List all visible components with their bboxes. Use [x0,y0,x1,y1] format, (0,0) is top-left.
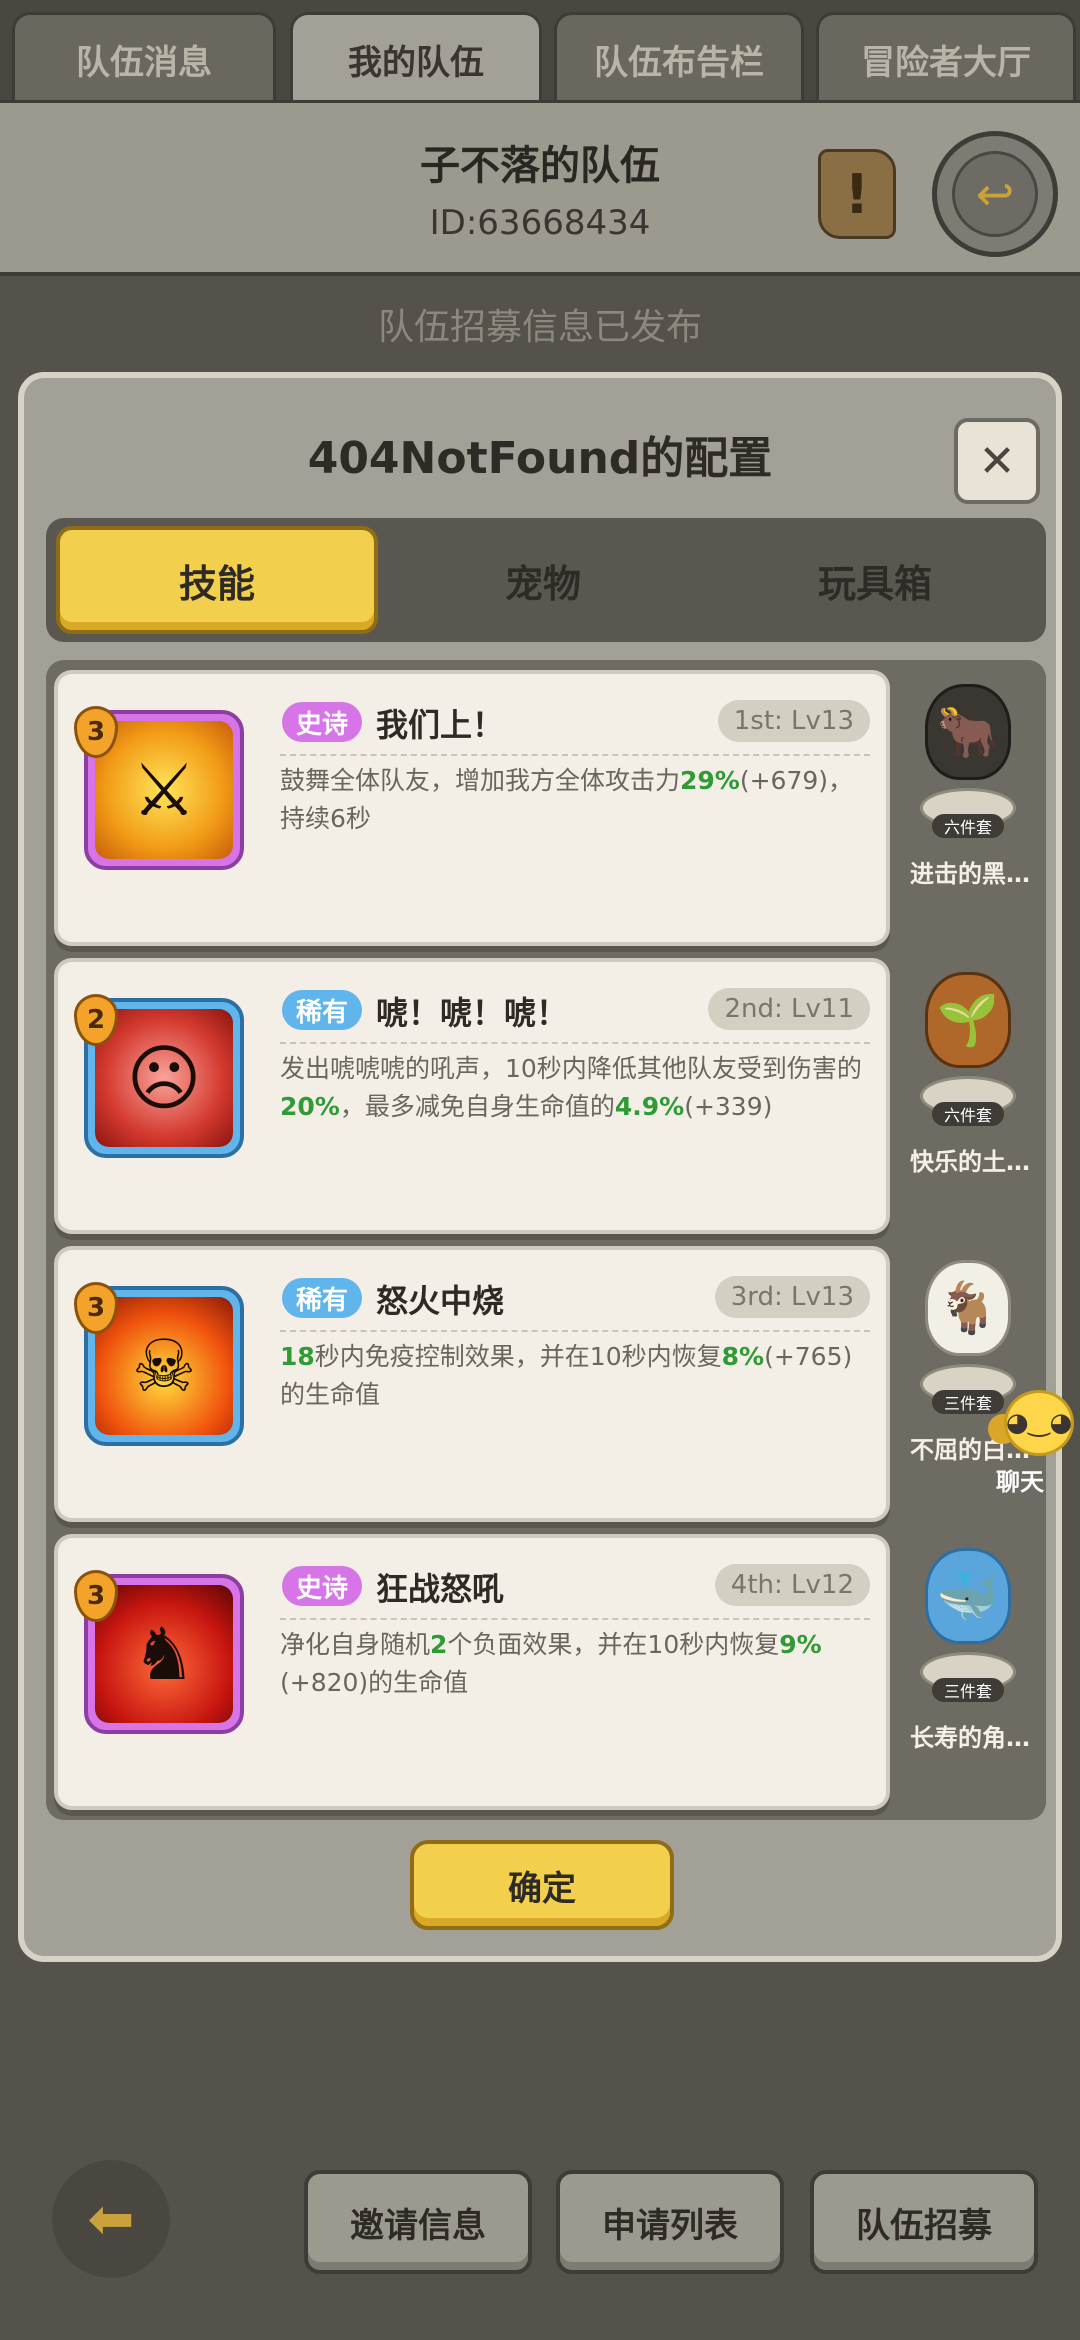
skill-card[interactable]: ☠ 3 稀有 怒火中烧 3rd: Lv13 18秒内免疫控制效果，并在10秒内恢… [54,1246,890,1522]
config-tab-bar: 技能 宠物 玩具箱 [46,518,1046,642]
pet-name: 快乐的土… [910,1148,1030,1176]
skill-description: 净化自身随机2个负面效果，并在10秒内恢复9%(+820)的生命值 [280,1630,822,1697]
skill-slot-level: 4th: Lv12 [714,1564,870,1606]
skill-name: 唬！唬！唬！ [376,994,569,1032]
rarity-badge: 稀有 [282,1278,363,1318]
confirm-button[interactable]: 确定 [410,1840,674,1930]
divider [280,1330,870,1332]
tab-my-team[interactable]: 我的队伍 [290,12,542,104]
skill-slot-level: 2nd: Lv11 [708,988,870,1030]
paired-pet[interactable]: 🌱 六件套 快乐的土… [898,958,1038,1234]
tab-pets[interactable]: 宠物 [382,526,704,634]
skill-name: 怒火中烧 [376,1282,505,1320]
pet-set-badge: 三件套 [932,1678,1004,1702]
skill-slot-level: 3rd: Lv13 [714,1276,870,1318]
tab-team-bulletin[interactable]: 队伍布告栏 [554,12,804,104]
tab-adventurer-hall[interactable]: 冒险者大厅 [816,12,1076,104]
chat-face-icon: ◕‿◕ [1004,1390,1074,1456]
notice-scroll-icon[interactable]: ! [818,149,896,239]
exit-arrow-icon: ↩ [952,151,1038,237]
skill-card[interactable]: ♞ 3 史诗 狂战怒吼 4th: Lv12 净化自身随机2个负面效果，并在10秒… [54,1534,890,1810]
rarity-badge: 史诗 [282,702,363,742]
divider [280,1618,870,1620]
recruit-status-text: 队伍招募信息已发布 [377,307,702,348]
dialog-title: 404NotFound的配置 [307,433,773,484]
skill-description: 发出唬唬唬的吼声，10秒内降低其他队友受到伤害的20%，最多减免自身生命值的4.… [280,1054,862,1121]
rarity-badge: 稀有 [282,990,363,1030]
skill-name: 我们上！ [376,706,505,744]
team-id: ID:63668434 [429,203,651,243]
team-header: 子不落的队伍 ID:63668434 ! ↩ [0,100,1080,276]
skill-description: 18秒内免疫控制效果，并在10秒内恢复8%(+765)的生命值 [280,1342,853,1409]
skill-card[interactable]: ⚔ 3 史诗 我们上！ 1st: Lv13 鼓舞全体队友，增加我方全体攻击力29… [54,670,890,946]
invite-info-button[interactable]: 邀请信息 [304,2170,532,2274]
team-recruit-button[interactable]: 队伍招募 [810,2170,1038,2274]
skill-description: 鼓舞全体队友，增加我方全体攻击力29%(+679)，持续6秒 [280,766,854,833]
tab-skills[interactable]: 技能 [56,526,378,634]
chat-label: 聊天 [996,1468,1044,1496]
top-tab-bar: 队伍消息 我的队伍 队伍布告栏 冒险者大厅 [0,0,1080,104]
exit-team-button[interactable]: ↩ [932,131,1058,257]
pet-set-badge: 六件套 [932,1102,1004,1126]
close-button[interactable]: ✕ [954,418,1040,504]
skill-name: 狂战怒吼 [376,1570,505,1608]
skill-list: ⚔ 3 史诗 我们上！ 1st: Lv13 鼓舞全体队友，增加我方全体攻击力29… [46,660,1046,1820]
back-arrow-button[interactable]: ⬅ [52,2160,170,2278]
application-list-button[interactable]: 申请列表 [556,2170,784,2274]
charge-skill-icon: ⚔ [95,721,233,859]
paired-pet[interactable]: 🐂 六件套 进击的黑… [898,670,1038,946]
skill-slot-level: 1st: Lv13 [717,700,870,742]
divider [280,1042,870,1044]
tab-team-messages[interactable]: 队伍消息 [12,12,276,104]
rarity-badge: 史诗 [282,1566,363,1606]
tab-toybox[interactable]: 玩具箱 [714,526,1036,634]
team-name: 子不落的队伍 [420,143,660,189]
shout-skill-icon: ☹ [95,1009,233,1147]
pet-name: 进击的黑… [910,860,1030,888]
member-config-dialog: 404NotFound的配置 ✕ 技能 宠物 玩具箱 ⚔ 3 史诗 我们上！ 1… [18,372,1062,1962]
paired-pet[interactable]: 🐳 三件套 长寿的角… [898,1534,1038,1810]
pet-name: 长寿的角… [910,1724,1030,1752]
skill-card[interactable]: ☹ 2 稀有 唬！唬！唬！ 2nd: Lv11 发出唬唬唬的吼声，10秒内降低其… [54,958,890,1234]
pet-set-badge: 六件套 [932,814,1004,838]
berserk-roar-skill-icon: ♞ [95,1585,233,1723]
chat-button[interactable]: ◕‿◕ 聊天 [988,1390,1078,1500]
rage-skill-icon: ☠ [95,1297,233,1435]
divider [280,754,870,756]
